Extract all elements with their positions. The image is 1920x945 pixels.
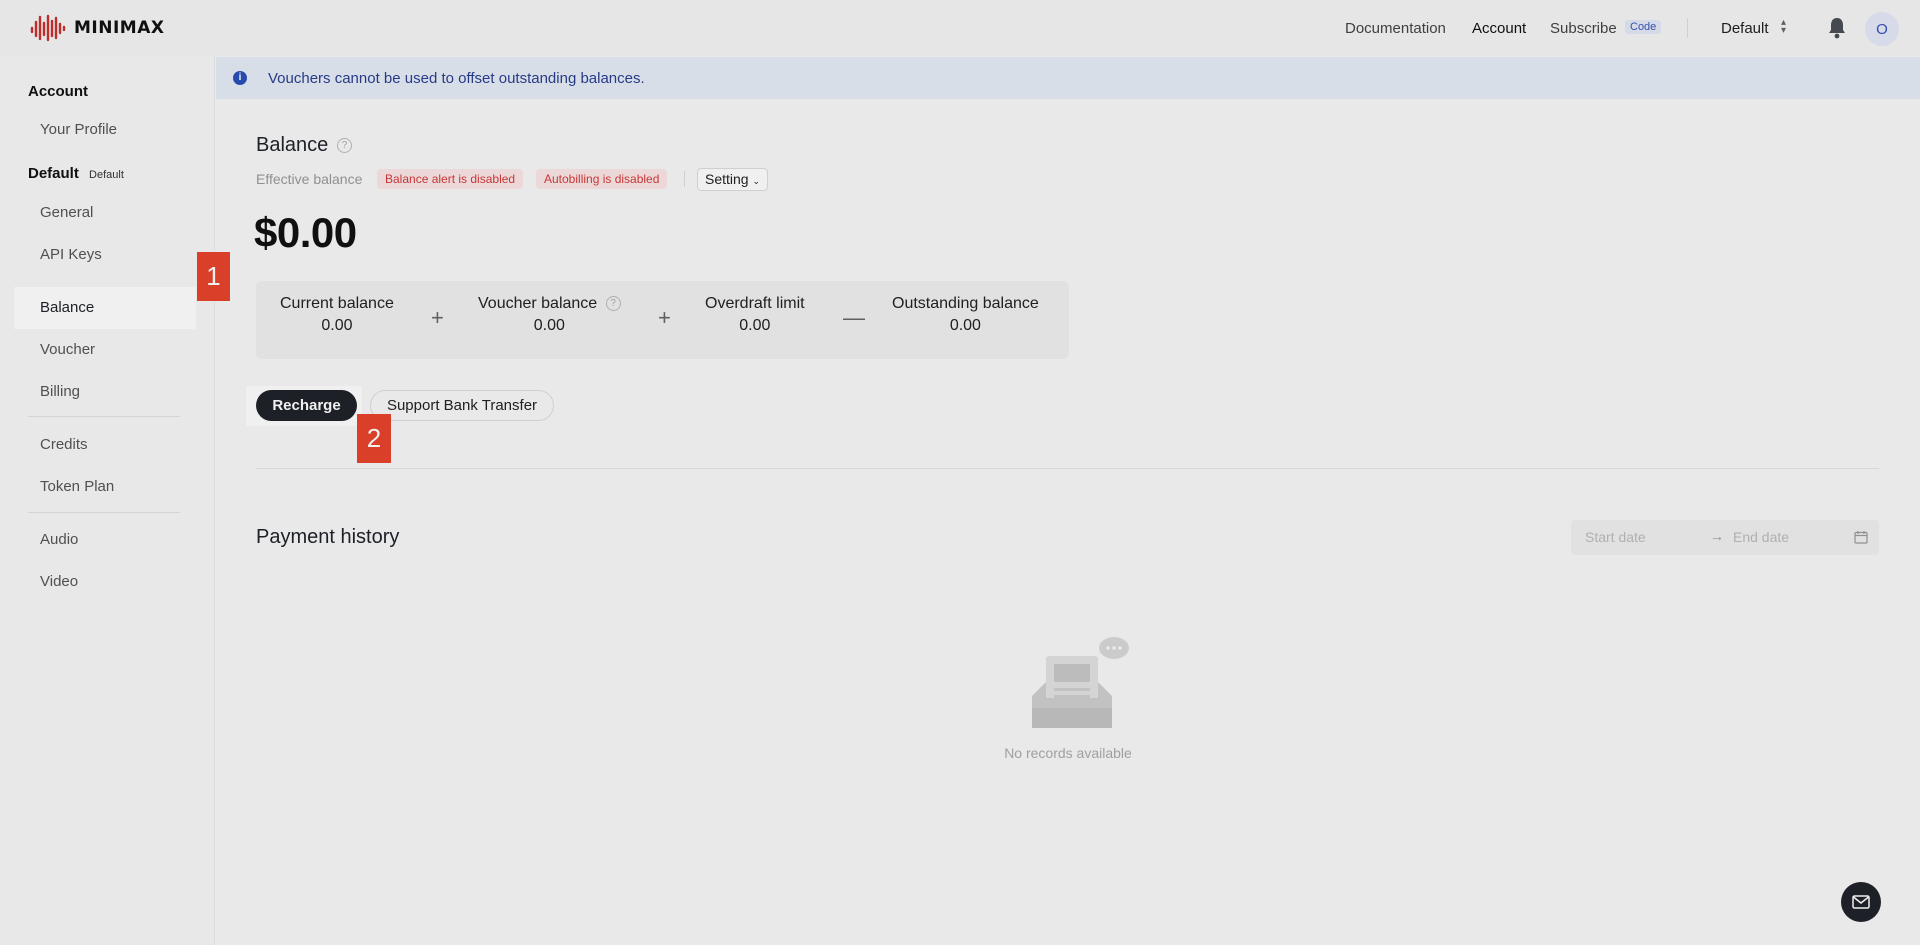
chevron-down-icon: ⌄ — [752, 176, 761, 186]
sidebar-item-your-profile[interactable]: Your Profile — [40, 121, 117, 138]
minus-operator: — — [843, 305, 865, 330]
setting-label: Setting — [705, 171, 749, 187]
overdraft-limit-value: 0.00 — [739, 317, 771, 334]
autobilling-status-badge: Autobilling is disabled — [536, 169, 668, 189]
minimax-logo[interactable]: MINIMAX — [30, 13, 164, 43]
nav-documentation[interactable]: Documentation — [1345, 20, 1446, 37]
section-divider — [256, 468, 1879, 469]
empty-inbox-icon — [1026, 636, 1130, 737]
info-alert-banner: i Vouchers cannot be used to offset outs… — [216, 57, 1920, 99]
balance-alert-status-badge: Balance alert is disabled — [377, 169, 524, 189]
current-balance-column: Current balance 0.00 — [280, 295, 394, 335]
voucher-balance-value: 0.00 — [533, 317, 565, 334]
date-range-picker[interactable]: Start date → End date — [1571, 520, 1879, 555]
outstanding-balance-label: Outstanding balance — [892, 295, 1039, 312]
outstanding-balance-value: 0.00 — [949, 317, 981, 334]
calendar-icon[interactable] — [1854, 530, 1868, 547]
nav-subscribe[interactable]: Subscribe — [1550, 20, 1617, 37]
sidebar-divider — [28, 512, 180, 513]
info-icon: i — [233, 71, 247, 85]
logo-text: MINIMAX — [74, 18, 165, 38]
annotation-badge-1: 1 — [197, 252, 230, 301]
sidebar-item-balance[interactable]: Balance — [40, 299, 94, 316]
arrow-right-icon: → — [1710, 528, 1724, 544]
setting-dropdown[interactable]: Setting ⌄ — [697, 168, 769, 191]
sidebar-default-tag: Default — [89, 169, 124, 181]
payment-history-title: Payment history — [256, 526, 400, 548]
sidebar-item-billing[interactable]: Billing — [40, 383, 80, 400]
sidebar-group-default-label: Default — [28, 165, 79, 182]
plus-operator: + — [658, 305, 671, 330]
sidebar-item-api-keys[interactable]: API Keys — [40, 246, 102, 263]
plus-operator: + — [431, 305, 444, 330]
contact-support-button[interactable] — [1841, 882, 1881, 922]
mail-icon — [1852, 895, 1870, 909]
sidebar-item-token-plan[interactable]: Token Plan — [40, 478, 114, 495]
bell-icon[interactable] — [1827, 17, 1847, 42]
effective-balance-label: Effective balance — [256, 171, 363, 187]
sidebar: Account Your Profile Default Default Gen… — [0, 56, 215, 945]
user-avatar[interactable]: O — [1865, 12, 1899, 46]
annotation-badge-2: 2 — [357, 414, 391, 463]
current-balance-label: Current balance — [280, 295, 394, 312]
top-header: MINIMAX Documentation Account Subscribe … — [0, 0, 1920, 56]
effective-balance-amount: $0.00 — [254, 209, 357, 256]
nav-account[interactable]: Account — [1472, 20, 1526, 37]
subscribe-code-badge: Code — [1625, 20, 1662, 34]
alert-text: Vouchers cannot be used to offset outsta… — [268, 70, 645, 87]
start-date-input[interactable]: Start date — [1585, 529, 1646, 545]
voucher-balance-column: Voucher balance ? 0.00 — [478, 295, 621, 335]
balance-breakdown-card: Current balance 0.00 + Voucher balance ?… — [256, 281, 1069, 359]
nav-divider — [1687, 18, 1688, 38]
end-date-input[interactable]: End date — [1733, 529, 1789, 545]
current-balance-value: 0.00 — [321, 317, 353, 334]
sidebar-item-general[interactable]: General — [40, 204, 93, 221]
sidebar-item-voucher[interactable]: Voucher — [40, 341, 95, 358]
workspace-selector[interactable]: Default — [1721, 20, 1769, 37]
overdraft-limit-column: Overdraft limit 0.00 — [705, 295, 805, 335]
outstanding-balance-column: Outstanding balance 0.00 — [892, 295, 1039, 335]
help-icon[interactable]: ? — [337, 138, 352, 153]
overdraft-limit-label: Overdraft limit — [705, 295, 805, 312]
sidebar-divider — [28, 416, 180, 417]
recharge-button[interactable]: Recharge — [256, 390, 357, 421]
sidebar-item-audio[interactable]: Audio — [40, 531, 78, 548]
sidebar-group-account: Account — [28, 83, 88, 100]
sidebar-item-credits[interactable]: Credits — [40, 436, 88, 453]
help-icon[interactable]: ? — [605, 296, 621, 312]
balance-title: Balance — [256, 134, 329, 156]
sidebar-item-video[interactable]: Video — [40, 573, 78, 590]
logo-wave-icon — [30, 14, 66, 42]
status-divider — [684, 171, 685, 187]
sidebar-group-default: Default Default — [28, 165, 124, 182]
bank-transfer-button[interactable]: Support Bank Transfer — [370, 390, 554, 421]
chevron-updown-icon[interactable]: ▴ ▾ — [1781, 18, 1786, 36]
empty-state-text: No records available — [1004, 745, 1132, 761]
voucher-balance-label: Voucher balance — [478, 295, 598, 312]
